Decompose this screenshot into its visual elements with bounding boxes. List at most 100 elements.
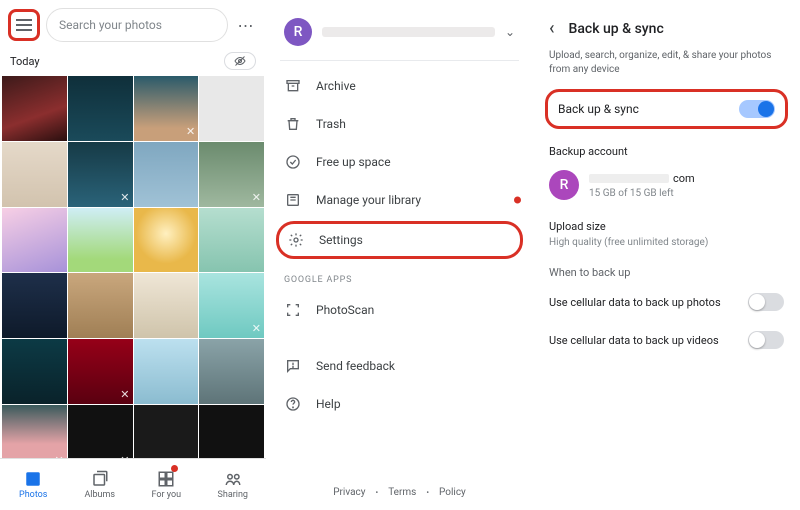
footer-links: Privacy • Terms • Policy [266,487,533,498]
photo-thumb[interactable] [2,339,67,404]
footer-privacy[interactable]: Privacy [333,487,365,498]
nav-sharing[interactable]: Sharing [200,459,267,510]
photos-app-panel: Search your photos ⋯ Today ✕ ✕ ✕ ✕ ✕ ✕ ✕ [0,0,266,510]
photo-thumb[interactable]: ✕ [199,142,264,207]
menu-trash[interactable]: Trash [266,105,533,143]
photo-thumb[interactable]: ✕ [68,339,133,404]
page-subtitle: Upload, search, organize, edit, & share … [545,49,788,87]
storage-remaining: 15 GB of 15 GB left [589,188,695,199]
photo-thumb[interactable] [68,273,133,338]
trash-icon [284,115,302,133]
footer-terms[interactable]: Terms [388,487,416,498]
date-label: Today [10,55,40,68]
backup-off-icon: ✕ [120,191,129,204]
menu-archive[interactable]: Archive [266,67,533,105]
menu-freeup[interactable]: Free up space [266,143,533,181]
menu-photoscan[interactable]: PhotoScan [266,291,533,329]
photo-thumb[interactable]: ✕ [134,76,199,141]
backup-account-row[interactable]: R com 15 GB of 15 GB left [545,162,788,214]
freeup-icon [284,153,302,171]
backup-off-icon: ✕ [186,125,195,138]
notification-dot-icon [514,197,521,204]
photo-thumb[interactable] [134,208,199,273]
foryou-icon [156,470,176,488]
backup-sync-row[interactable]: Back up & sync [545,89,788,129]
upload-size-label: Upload size [545,214,788,237]
photo-thumb[interactable] [2,273,67,338]
drawer-menu: Archive Trash Free up space Manage your … [266,61,533,429]
cellular-photos-row[interactable]: Use cellular data to back up photos [545,283,788,321]
backup-account-label: Backup account [545,139,788,162]
backup-sync-label: Back up & sync [558,102,639,116]
nav-albums[interactable]: Albums [67,459,134,510]
photoscan-icon [284,301,302,319]
photo-thumb[interactable]: ✕ [199,273,264,338]
menu-label: Settings [319,233,363,247]
back-icon[interactable]: ‹ [549,18,555,39]
option-label: Use cellular data to back up videos [549,334,719,347]
backup-settings-panel: ‹ Back up & sync Upload, search, organiz… [533,0,800,510]
menu-feedback[interactable]: Send feedback [266,347,533,385]
overflow-icon[interactable]: ⋯ [234,16,258,35]
help-icon [284,395,302,413]
section-header: GOOGLE APPS [266,261,533,291]
hamburger-menu-icon[interactable] [13,14,35,36]
photo-thumb[interactable] [134,142,199,207]
account-row[interactable]: R ⌄ [266,0,533,60]
dot-separator: • [376,488,379,497]
page-title: Back up & sync [569,21,664,37]
option-label: Use cellular data to back up photos [549,296,721,309]
menu-label: Send feedback [316,359,395,373]
notification-dot-icon [171,465,178,472]
archive-icon [284,77,302,95]
photo-thumb[interactable] [134,273,199,338]
account-name-redacted [322,27,495,37]
nav-label: For you [151,490,181,500]
hide-toggle-icon[interactable] [224,52,256,70]
when-to-backup-label: When to back up [545,260,788,283]
settings-header: ‹ Back up & sync [545,0,788,49]
footer-policy[interactable]: Policy [439,487,466,498]
account-email: com [589,172,695,185]
menu-manage-library[interactable]: Manage your library [266,181,533,219]
photo-thumb[interactable] [2,76,67,141]
backup-off-icon: ✕ [120,388,129,401]
dot-separator: • [426,488,429,497]
avatar: R [284,18,312,46]
photo-grid: ✕ ✕ ✕ ✕ ✕ ✕ ✕ [0,76,266,470]
nav-foryou[interactable]: For you [133,459,200,510]
photo-thumb[interactable] [68,208,133,273]
photo-thumb[interactable] [199,208,264,273]
photo-thumb[interactable] [199,76,264,141]
menu-label: Trash [316,117,346,131]
upload-size-value[interactable]: High quality (free unlimited storage) [545,237,788,260]
email-redacted [589,174,669,183]
menu-label: Archive [316,79,356,93]
bottom-nav: Photos Albums For you Sharing [0,458,266,510]
sharing-icon [223,470,243,488]
gear-icon [287,231,305,249]
photo-thumb[interactable] [134,339,199,404]
menu-label: Help [316,397,341,411]
photo-thumb[interactable] [68,76,133,141]
highlight-menu [8,9,40,41]
search-input[interactable]: Search your photos [46,8,228,42]
menu-help[interactable]: Help [266,385,533,423]
photo-thumb[interactable] [2,142,67,207]
date-header-row: Today [0,48,266,76]
nav-photos[interactable]: Photos [0,459,67,510]
cellular-videos-row[interactable]: Use cellular data to back up videos [545,321,788,359]
photo-thumb[interactable] [2,208,67,273]
photo-thumb[interactable]: ✕ [68,142,133,207]
photo-thumb[interactable] [199,339,264,404]
nav-label: Albums [84,490,115,500]
photos-icon [23,470,43,488]
cellular-videos-toggle[interactable] [748,331,784,349]
backup-sync-toggle[interactable] [739,100,775,118]
cellular-photos-toggle[interactable] [748,293,784,311]
chevron-down-icon: ⌄ [505,25,515,39]
menu-settings[interactable]: Settings [276,221,523,259]
albums-icon [90,470,110,488]
backup-off-icon: ✕ [252,322,261,335]
feedback-icon [284,357,302,375]
